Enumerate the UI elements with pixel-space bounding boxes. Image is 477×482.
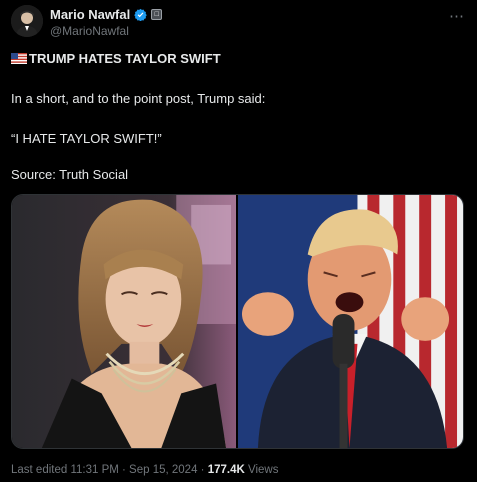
post-quote-line: “I HATE TAYLOR SWIFT!” [11,131,162,146]
post-headline: TRUMP HATES TAYLOR SWIFT [11,51,221,66]
views-label: Views [244,464,279,476]
post-media[interactable] [11,194,464,449]
photo-right[interactable] [238,195,463,448]
author-handle[interactable]: @MarioNawfal [50,24,129,38]
edited-timestamp[interactable]: Last edited 11:31 PM · Sep 15, 2024 · [11,464,208,476]
post-header: Mario Nawfal □ @MarioNawfal ⋯ [11,5,477,41]
photo-left[interactable] [12,195,236,448]
headline-text: TRUMP HATES TAYLOR SWIFT [29,51,221,66]
affiliate-badge-icon[interactable]: □ [151,9,163,20]
verified-badge-icon[interactable] [134,8,147,21]
us-flag-icon [11,53,27,64]
avatar[interactable] [11,5,43,37]
post-footer: Last edited 11:31 PM · Sep 15, 2024 · 17… [11,464,278,476]
author-display-name[interactable]: Mario Nawfal [50,7,130,22]
post-source-line: Source: Truth Social [11,167,129,182]
ellipsis-icon[interactable]: ⋯ [449,7,465,25]
woman-portrait-image [12,195,236,448]
man-shouting-image [238,195,463,448]
views-count[interactable]: 177.4K [208,464,245,476]
avatar-image [11,5,43,37]
author-name-row: Mario Nawfal □ [50,7,163,22]
post-body-line: In a short, and to the point post, Trump… [11,91,266,106]
